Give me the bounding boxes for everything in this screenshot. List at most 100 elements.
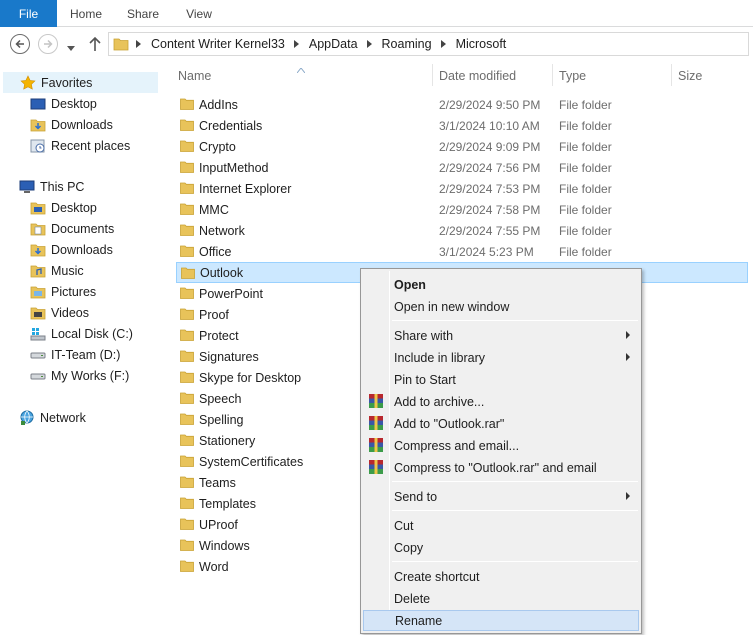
menu-item-send-to[interactable]: Send to xyxy=(363,486,639,507)
nav-this-pc[interactable]: This PC xyxy=(19,176,84,197)
breadcrumb-separator-icon[interactable] xyxy=(439,39,449,49)
menu-item-pin-to-start[interactable]: Pin to Start xyxy=(363,369,639,390)
file-date: 2/29/2024 7:53 PM xyxy=(439,181,541,196)
menu-item-add-to-archive[interactable]: Add to archive... xyxy=(363,391,639,412)
breadcrumb-microsoft[interactable]: Microsoft xyxy=(454,37,509,51)
network-icon xyxy=(19,410,35,426)
column-divider[interactable] xyxy=(671,64,672,86)
recent-locations-dropdown[interactable] xyxy=(67,41,75,51)
breadcrumb-appdata[interactable]: AppData xyxy=(307,37,360,51)
nav-pc-local-disk-label: Local Disk (C:) xyxy=(51,326,133,341)
winrar-icon xyxy=(369,460,383,474)
file-date: 3/1/2024 5:23 PM xyxy=(439,244,534,259)
tab-share[interactable]: Share xyxy=(116,0,170,27)
list-item[interactable]: MMC 2/29/2024 7:58 PM File folder xyxy=(176,199,748,220)
nav-pc-music-label: Music xyxy=(51,263,84,278)
ribbon-tabs: File Home Share View xyxy=(0,0,753,27)
column-header-name[interactable]: Name xyxy=(178,69,211,83)
menu-item-rename[interactable]: Rename xyxy=(363,610,639,631)
file-name: SystemCertificates xyxy=(199,454,304,469)
nav-pc-videos[interactable]: Videos xyxy=(30,302,89,323)
tab-home[interactable]: Home xyxy=(60,0,112,27)
folder-icon xyxy=(180,455,194,467)
nav-fav-downloads[interactable]: Downloads xyxy=(30,114,113,135)
list-item[interactable]: Internet Explorer 2/29/2024 7:53 PM File f… xyxy=(176,178,748,199)
menu-item-label: Compress and email... xyxy=(394,438,520,453)
column-divider[interactable] xyxy=(552,64,553,86)
desktop-folder-icon xyxy=(30,200,46,216)
file-name: UProof xyxy=(199,517,238,532)
menu-item-compress-email[interactable]: Compress and email... xyxy=(363,435,639,456)
menu-item-share-with[interactable]: Share with xyxy=(363,325,639,346)
nav-pc-desktop[interactable]: Desktop xyxy=(30,197,97,218)
file-name: MMC xyxy=(199,202,229,217)
breadcrumb-content-writer[interactable]: Content Writer Kernel33 xyxy=(149,37,287,51)
menu-item-label: Pin to Start xyxy=(394,372,456,387)
list-item[interactable]: AddIns 2/29/2024 9:50 PM File folder xyxy=(176,94,748,115)
menu-item-compress-rar-email[interactable]: Compress to "Outlook.rar" and email xyxy=(363,457,639,478)
menu-item-cut[interactable]: Cut xyxy=(363,515,639,536)
breadcrumb-roaming[interactable]: Roaming xyxy=(380,37,434,51)
file-name: Templates xyxy=(199,496,256,511)
nav-pc-music[interactable]: Music xyxy=(30,260,84,281)
menu-item-label: Send to xyxy=(394,489,438,504)
file-type: File folder xyxy=(559,97,612,112)
sort-ascending-icon xyxy=(296,62,306,76)
file-name: Teams xyxy=(199,475,236,490)
back-button[interactable] xyxy=(10,34,30,54)
list-item[interactable]: Credentials 3/1/2024 10:10 AM File folder xyxy=(176,115,748,136)
column-header-size[interactable]: Size xyxy=(678,69,702,83)
file-date: 2/29/2024 7:58 PM xyxy=(439,202,541,217)
menu-item-create-shortcut[interactable]: Create shortcut xyxy=(363,566,639,587)
menu-item-include-library[interactable]: Include in library xyxy=(363,347,639,368)
pictures-folder-icon xyxy=(30,284,46,300)
file-name: Speech xyxy=(199,391,242,406)
menu-item-delete[interactable]: Delete xyxy=(363,588,639,609)
list-item[interactable]: InputMethod 2/29/2024 7:56 PM File folder xyxy=(176,157,748,178)
nav-pc-local-disk[interactable]: Local Disk (C:) xyxy=(30,323,133,344)
menu-item-label: Open in new window xyxy=(394,299,510,314)
file-type: File folder xyxy=(559,181,612,196)
forward-button[interactable] xyxy=(38,34,58,54)
documents-folder-icon xyxy=(30,221,46,237)
column-divider[interactable] xyxy=(432,64,433,86)
nav-pc-pictures[interactable]: Pictures xyxy=(30,281,96,302)
file-date: 2/29/2024 7:55 PM xyxy=(439,223,541,238)
nav-fav-desktop[interactable]: Desktop xyxy=(30,93,97,114)
menu-item-label: Add to "Outlook.rar" xyxy=(394,416,505,431)
column-header-type[interactable]: Type xyxy=(559,69,586,83)
breadcrumb-separator-icon[interactable] xyxy=(292,39,302,49)
folder-icon xyxy=(180,539,194,551)
nav-pc-it-team[interactable]: IT-Team (D:) xyxy=(30,344,120,365)
menu-item-add-to-rar[interactable]: Add to "Outlook.rar" xyxy=(363,413,639,434)
column-header-date[interactable]: Date modified xyxy=(439,69,516,83)
menu-separator xyxy=(392,561,638,562)
nav-network[interactable]: Network xyxy=(19,407,86,428)
nav-pc-downloads[interactable]: Downloads xyxy=(30,239,113,260)
computer-icon xyxy=(19,179,35,195)
tab-view[interactable]: View xyxy=(174,0,224,27)
nav-pc-my-works[interactable]: My Works (F:) xyxy=(30,365,129,386)
menu-item-copy[interactable]: Copy xyxy=(363,537,639,558)
nav-favorites[interactable]: Favorites xyxy=(3,72,158,93)
nav-fav-recent[interactable]: Recent places xyxy=(30,135,130,156)
menu-item-open[interactable]: Open xyxy=(363,274,639,295)
breadcrumb-separator-icon[interactable] xyxy=(365,39,375,49)
tab-file[interactable]: File xyxy=(0,0,57,27)
folder-icon xyxy=(180,287,194,299)
chevron-down-icon xyxy=(67,46,75,51)
up-button[interactable] xyxy=(88,36,102,52)
list-item[interactable]: Office 3/1/2024 5:23 PM File folder xyxy=(176,241,748,262)
file-name: Crypto xyxy=(199,139,236,154)
list-item[interactable]: Network 2/29/2024 7:55 PM File folder xyxy=(176,220,748,241)
list-item[interactable]: Crypto 2/29/2024 9:09 PM File folder xyxy=(176,136,748,157)
file-name: InputMethod xyxy=(199,160,269,175)
nav-this-pc-label: This PC xyxy=(40,179,85,194)
breadcrumb-separator-icon[interactable] xyxy=(134,39,144,49)
submenu-arrow-icon xyxy=(626,331,630,339)
downloads-folder-icon xyxy=(30,242,46,258)
menu-item-open-new-window[interactable]: Open in new window xyxy=(363,296,639,317)
menu-item-label: Rename xyxy=(395,613,443,628)
address-bar[interactable]: Content Writer Kernel33 AppData Roaming … xyxy=(108,32,749,56)
nav-pc-documents[interactable]: Documents xyxy=(30,218,114,239)
